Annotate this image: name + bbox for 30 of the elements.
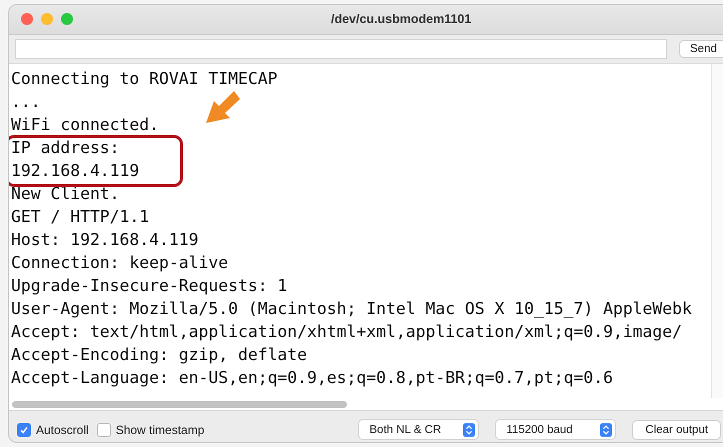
checkbox[interactable] [96, 422, 111, 437]
dropdown[interactable]: Both NL & CR [358, 419, 480, 440]
output-line: Host: 192.168.4.119 [11, 228, 198, 251]
output-line: ... [11, 90, 41, 113]
stepper-icon [463, 422, 476, 437]
window-title: /dev/cu.usbmodem1101 [331, 12, 472, 26]
checkbox-label: Autoscroll [36, 422, 89, 437]
output-line: IP address: [11, 136, 120, 159]
output-line: WiFi connected. [11, 114, 160, 136]
output-line: User-Agent: Mozilla/5.0 (Macintosh; Intel Mac OS X 10_15_7) AppleWebk [11, 298, 692, 320]
output-line: New Client. [11, 182, 120, 205]
dropdown[interactable]: 115200 baud [495, 419, 616, 440]
output-line: 192.168.4.119 [11, 160, 140, 182]
output-line: Upgrade-Insecure-Requests: 1 [11, 274, 288, 297]
output-line: Accept: text/html,application/xhtml+xml,application/xml;q=0.9,image/ [11, 320, 682, 343]
clear-output-button[interactable]: Clear output [632, 420, 722, 440]
send-button[interactable]: Send [679, 40, 723, 58]
horizontal-scrollbar[interactable] [12, 400, 347, 408]
minimize-button[interactable] [41, 13, 53, 26]
output-line: Connection: keep-alive [11, 252, 228, 274]
output-line: Accept-Encoding: gzip, deflate [11, 344, 308, 366]
output-line: GET / HTTP/1.1 [11, 206, 150, 228]
stepper-icon [600, 422, 612, 437]
output-line: Connecting to ROVAI TIMECAP [11, 68, 278, 90]
output-line: Accept-Language: en-US,en;q=0.9,es;q=0.8,pt-BR;q=0.7,pt;q=0.6 [11, 366, 613, 389]
checkmark-icon [19, 424, 29, 435]
checkbox[interactable] [17, 422, 31, 437]
zoom-button[interactable] [61, 13, 73, 26]
checkbox-label: Show timestamp [116, 422, 204, 437]
close-button[interactable] [21, 13, 33, 26]
